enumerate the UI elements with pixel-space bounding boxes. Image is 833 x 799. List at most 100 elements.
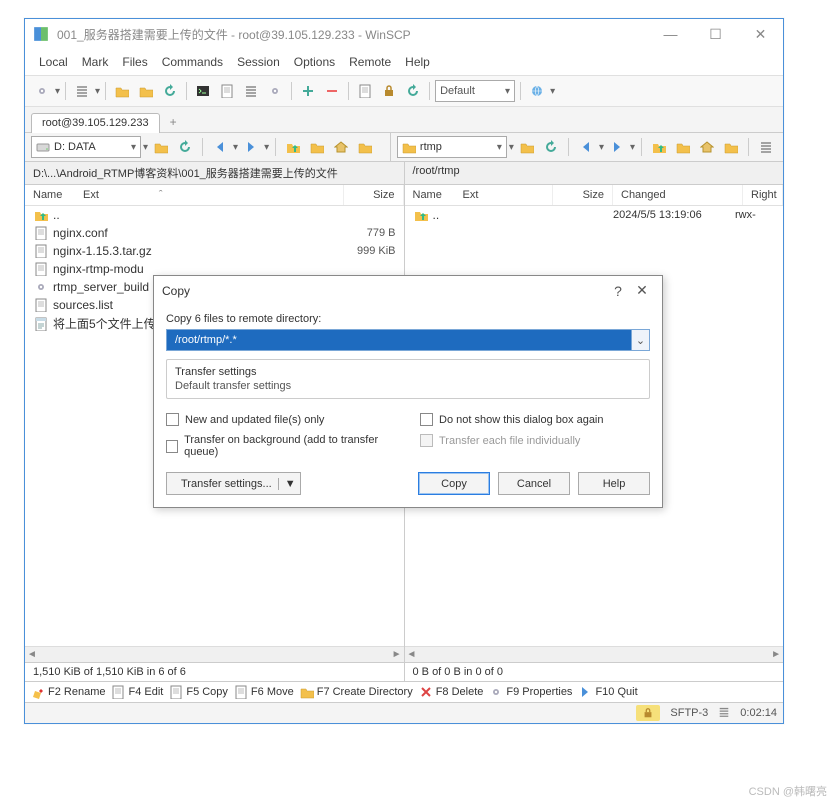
- nav-fwd-icon[interactable]: [240, 136, 262, 158]
- menu-session[interactable]: Session: [231, 53, 286, 71]
- chk-individually: Transfer each file individually: [420, 434, 650, 447]
- scroll-left-icon[interactable]: ◄: [27, 649, 37, 660]
- tool-refresh-icon[interactable]: [159, 80, 181, 102]
- chk-new-updated[interactable]: New and updated file(s) only: [166, 413, 396, 426]
- find-icon[interactable]: [720, 136, 742, 158]
- chevron-down-icon[interactable]: ▾: [509, 142, 514, 153]
- open-folder-icon[interactable]: [150, 136, 172, 158]
- tool-perm-icon[interactable]: [378, 80, 400, 102]
- root-dir-icon[interactable]: [672, 136, 694, 158]
- tool-find-icon[interactable]: [264, 80, 286, 102]
- tool-terminal-icon[interactable]: [192, 80, 214, 102]
- parent-dir-icon[interactable]: [282, 136, 304, 158]
- col-size[interactable]: Size: [344, 185, 404, 205]
- f7-mkdir[interactable]: F7 Create Directory: [300, 685, 413, 699]
- col-name[interactable]: Name: [413, 189, 463, 201]
- tool-props-icon[interactable]: [354, 80, 376, 102]
- menu-options[interactable]: Options: [288, 53, 341, 71]
- home-icon[interactable]: [330, 136, 352, 158]
- session-tab[interactable]: root@39.105.129.233: [31, 113, 160, 133]
- chevron-down-icon[interactable]: ▾: [550, 86, 555, 97]
- local-h-scrollbar[interactable]: ◄ ►: [25, 646, 404, 662]
- f6-move[interactable]: F6 Move: [234, 685, 294, 699]
- col-rights[interactable]: Right: [743, 185, 783, 205]
- scroll-right-icon[interactable]: ►: [771, 649, 781, 660]
- copy-target-field[interactable]: ⌄: [166, 329, 650, 351]
- local-drive-select[interactable]: D: DATA ▾: [31, 136, 141, 158]
- dialog-help-button[interactable]: ?: [606, 283, 630, 299]
- transfer-preset-label: Default: [440, 85, 475, 97]
- transfer-settings-button[interactable]: Transfer settings...▼: [166, 472, 301, 495]
- file-name: nginx.conf: [53, 226, 336, 240]
- f8-delete[interactable]: F8 Delete: [419, 685, 484, 699]
- menu-mark[interactable]: Mark: [76, 53, 115, 71]
- chk-do-not-show[interactable]: Do not show this dialog box again: [420, 413, 650, 426]
- cancel-button[interactable]: Cancel: [498, 472, 570, 495]
- remote-h-scrollbar[interactable]: ◄ ►: [405, 646, 784, 662]
- refresh-icon[interactable]: [174, 136, 196, 158]
- local-status: 1,510 KiB of 1,510 KiB in 6 of 6: [25, 663, 405, 681]
- chevron-down-icon[interactable]: ▾: [143, 142, 148, 153]
- chk-background[interactable]: Transfer on background (add to transfer …: [166, 434, 396, 458]
- menu-remote[interactable]: Remote: [343, 53, 397, 71]
- minimize-button[interactable]: —: [648, 19, 693, 49]
- copy-button[interactable]: Copy: [418, 472, 490, 495]
- parent-dir-icon[interactable]: [648, 136, 670, 158]
- tool-sync-icon[interactable]: [71, 80, 93, 102]
- file-icon: [33, 297, 49, 313]
- col-ext[interactable]: Ext: [463, 189, 479, 201]
- menu-help[interactable]: Help: [399, 53, 436, 71]
- nav-back-icon[interactable]: [575, 136, 597, 158]
- encryption-badge[interactable]: [636, 705, 660, 721]
- tool-new-session-icon[interactable]: [31, 80, 53, 102]
- copy-target-input[interactable]: [173, 333, 625, 347]
- tool-move-icon[interactable]: [135, 80, 157, 102]
- col-size[interactable]: Size: [553, 185, 613, 205]
- local-path[interactable]: D:\...\Android_RTMP博客资料\001_服务器搭建需要上传的文件: [25, 162, 405, 185]
- chevron-down-icon[interactable]: ⌄: [631, 330, 649, 350]
- f2-rename[interactable]: F2 Rename: [31, 685, 105, 699]
- menu-commands[interactable]: Commands: [156, 53, 229, 71]
- scroll-right-icon[interactable]: ►: [392, 649, 402, 660]
- nav-back-icon[interactable]: [209, 136, 231, 158]
- home-icon[interactable]: [696, 136, 718, 158]
- list-item[interactable]: nginx-1.15.3.tar.gz999 KiB: [25, 242, 404, 260]
- f10-quit[interactable]: F10 Quit: [578, 685, 637, 699]
- menu-files[interactable]: Files: [116, 53, 153, 71]
- dialog-close-button[interactable]: ✕: [630, 282, 654, 299]
- list-item[interactable]: ..: [25, 206, 404, 224]
- transfer-preset-dropdown[interactable]: Default ▾: [435, 80, 515, 102]
- close-button[interactable]: ✕: [738, 19, 783, 49]
- status-row: 1,510 KiB of 1,510 KiB in 6 of 6 0 B of …: [25, 662, 783, 681]
- remote-path[interactable]: /root/rtmp: [405, 162, 784, 185]
- maximize-button[interactable]: ☐: [693, 19, 738, 49]
- col-changed[interactable]: Changed: [613, 185, 743, 205]
- col-ext[interactable]: Ext: [83, 189, 99, 201]
- tool-options-icon[interactable]: [526, 80, 548, 102]
- terminal-icon[interactable]: [755, 136, 777, 158]
- open-folder-icon[interactable]: [516, 136, 538, 158]
- bookmark-icon[interactable]: [354, 136, 376, 158]
- f5-copy[interactable]: F5 Copy: [169, 685, 228, 699]
- refresh-icon[interactable]: [540, 136, 562, 158]
- tool-compare-icon[interactable]: [402, 80, 424, 102]
- tool-addplus-icon[interactable]: [297, 80, 319, 102]
- f4-edit[interactable]: F4 Edit: [111, 685, 163, 699]
- tool-queue-icon[interactable]: [240, 80, 262, 102]
- list-item[interactable]: nginx.conf779 B: [25, 224, 404, 242]
- session-add-button[interactable]: +: [162, 112, 185, 132]
- root-dir-icon[interactable]: [306, 136, 328, 158]
- chevron-down-icon[interactable]: ▾: [95, 86, 100, 97]
- list-item[interactable]: ..2024/5/5 13:19:06rwx-: [405, 206, 784, 224]
- col-name[interactable]: Name: [33, 189, 83, 201]
- menu-local[interactable]: Local: [33, 53, 74, 71]
- tool-copy-icon[interactable]: [111, 80, 133, 102]
- tool-script-icon[interactable]: [216, 80, 238, 102]
- f9-properties[interactable]: F9 Properties: [489, 685, 572, 699]
- help-button[interactable]: Help: [578, 472, 650, 495]
- scroll-left-icon[interactable]: ◄: [407, 649, 417, 660]
- chevron-down-icon[interactable]: ▾: [55, 86, 60, 97]
- nav-fwd-icon[interactable]: [606, 136, 628, 158]
- tool-minus-icon[interactable]: [321, 80, 343, 102]
- remote-dir-select[interactable]: rtmp ▾: [397, 136, 507, 158]
